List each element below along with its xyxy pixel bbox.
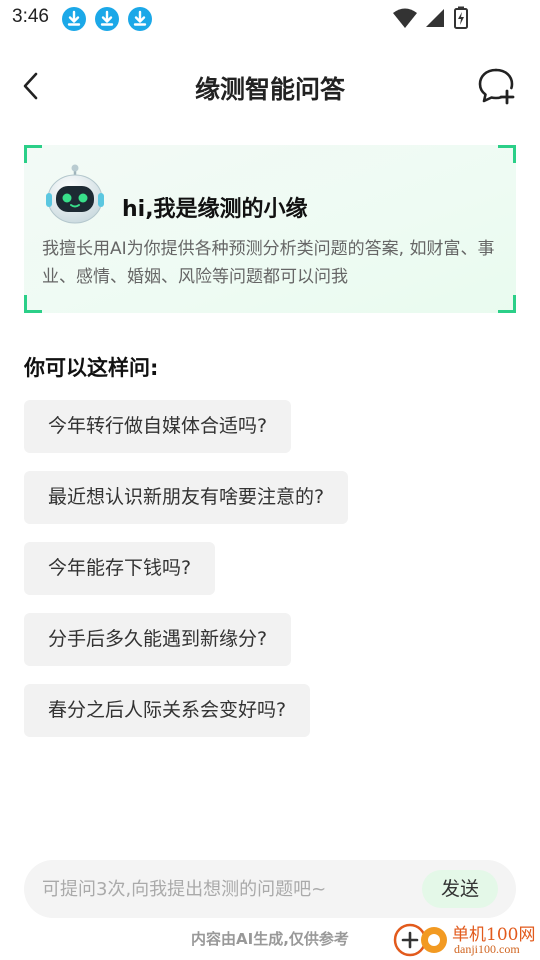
suggested-question[interactable]: 今年转行做自媒体合适吗?: [24, 400, 292, 453]
wifi-icon: [393, 8, 417, 28]
frame-corner: [24, 295, 42, 313]
suggested-question[interactable]: 春分之后人际关系会变好吗?: [24, 684, 311, 737]
chat-bubble-plus-icon: [478, 68, 515, 105]
download-icon: [62, 7, 86, 31]
intro-description: 我擅长用AI为你提供各种预测分析类问题的答案, 如财富、事业、感情、婚姻、风险等…: [42, 239, 495, 287]
frame-corner: [498, 145, 516, 163]
intro-greeting: hi,我是缘测的小缘: [122, 197, 308, 222]
frame-corner: [498, 295, 516, 313]
status-time: 3:46: [12, 6, 49, 27]
suggested-question[interactable]: 最近想认识新朋友有啥要注意的?: [24, 471, 349, 524]
battery-charging-icon: [454, 6, 468, 29]
new-chat-button[interactable]: [476, 66, 516, 106]
download-icon: [128, 7, 152, 31]
page-title: 缘测智能问答: [194, 75, 345, 104]
question-input[interactable]: [42, 860, 422, 918]
header: 缘测智能问答: [0, 60, 540, 112]
gamepad-logo-icon: [393, 923, 447, 957]
suggested-question[interactable]: 分手后多久能遇到新缘分?: [24, 613, 292, 666]
cellular-signal-icon: [426, 9, 444, 27]
suggestions-title: 你可以这样问:: [24, 356, 159, 380]
frame-corner: [24, 145, 42, 163]
suggested-question[interactable]: 今年能存下钱吗?: [24, 542, 216, 595]
input-bar: 发送: [24, 860, 516, 918]
download-icon: [95, 7, 119, 31]
robot-icon: [42, 163, 108, 229]
site-watermark: 单机100网 danji100.com: [392, 918, 540, 960]
watermark-domain: danji100.com: [454, 942, 520, 956]
send-button[interactable]: 发送: [422, 870, 498, 908]
status-bar: 3:46: [0, 0, 540, 38]
intro-card: hi,我是缘测的小缘 我擅长用AI为你提供各种预测分析类问题的答案, 如财富、事…: [24, 145, 516, 313]
